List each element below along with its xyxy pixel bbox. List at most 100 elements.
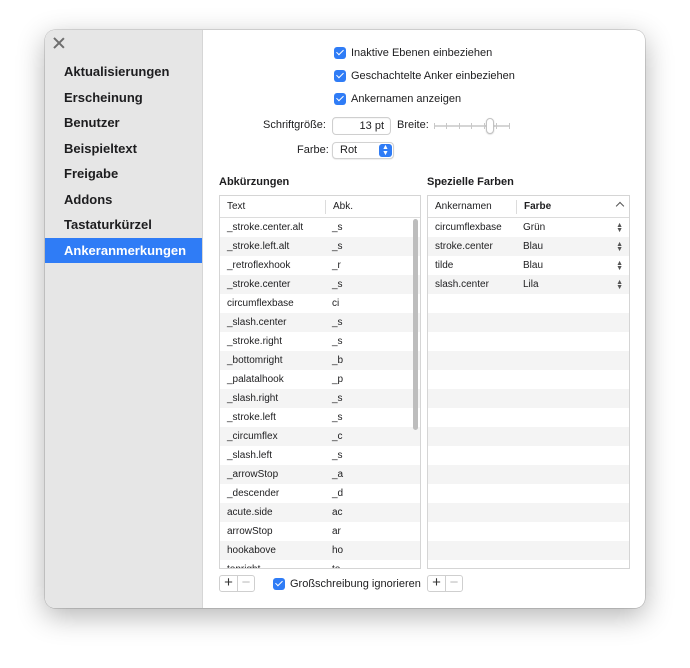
table-row[interactable]: _arrowStop _a (220, 465, 420, 484)
add-abbreviation-button[interactable]: + (220, 576, 237, 591)
table-row[interactable]: circumflexbase ci (220, 294, 420, 313)
sidebar-item-tastaturkuerzel[interactable]: Tastaturkürzel (45, 212, 202, 238)
font-size-field[interactable]: 13 pt (332, 117, 391, 135)
cell-text: _descender (227, 488, 280, 499)
sidebar-item-erscheinung[interactable]: Erscheinung (45, 85, 202, 111)
cell-abbreviation: _s (332, 336, 343, 347)
table-row[interactable]: tilde Blau ▲ ▼ (428, 256, 629, 275)
cell-text: _stroke.left.alt (227, 241, 290, 252)
cell-color[interactable]: Blau (516, 260, 629, 271)
cell-text: hookabove (227, 545, 276, 556)
cell-color[interactable]: Lila (516, 279, 629, 290)
cell-abbreviation: ar (332, 526, 341, 537)
nested-anchors-option[interactable]: Geschachtelte Anker einbeziehen (334, 68, 515, 84)
table-row[interactable]: acute.side ac (220, 503, 420, 522)
table-row[interactable]: _retroflexhook _r (220, 256, 420, 275)
slider-thumb[interactable] (486, 118, 494, 134)
abbreviations-scrollbar[interactable] (413, 219, 418, 430)
abbreviations-table: Text Abk. _stroke.center.alt _s _stroke.le… (219, 195, 421, 569)
table-row[interactable]: _circumflex _c (220, 427, 420, 446)
width-slider[interactable] (434, 118, 510, 134)
column-header-color[interactable]: Farbe (516, 199, 629, 214)
stepper-icon[interactable]: ▲ ▼ (616, 241, 623, 253)
table-row[interactable]: _slash.center _s (220, 313, 420, 332)
table-row[interactable]: _bottomright _b (220, 351, 420, 370)
show-names-checkbox[interactable] (334, 93, 346, 105)
stepper-icon[interactable]: ▲ ▼ (616, 260, 623, 272)
cell-text: _slash.right (227, 393, 279, 404)
show-names-label: Ankernamen anzeigen (351, 93, 462, 105)
stepper-icon[interactable]: ▲ ▼ (616, 279, 623, 291)
table-row[interactable]: arrowStop ar (220, 522, 420, 541)
cell-text: _slash.center (227, 317, 287, 328)
content-pane: Inaktive Ebenen einbeziehen Geschachtelt… (203, 30, 645, 608)
table-row[interactable]: _palatalhook _p (220, 370, 420, 389)
show-names-option[interactable]: Ankernamen anzeigen (334, 91, 461, 107)
cell-text: _retroflexhook (227, 260, 291, 271)
cell-text: _slash.left (227, 450, 273, 461)
column-header-anchor-name[interactable]: Ankernamen (428, 200, 516, 214)
cell-abbreviation: _s (332, 412, 343, 423)
table-row[interactable]: _stroke.left _s (220, 408, 420, 427)
stepper-icon[interactable]: ▲ ▼ (616, 222, 623, 234)
slider-tick (446, 123, 447, 129)
inactive-layers-label: Inaktive Ebenen einbeziehen (351, 47, 493, 59)
empty-row (428, 294, 629, 313)
column-header-abbreviation[interactable]: Abk. (325, 199, 420, 214)
close-icon[interactable] (53, 37, 65, 49)
inactive-layers-option[interactable]: Inaktive Ebenen einbeziehen (334, 45, 492, 61)
sidebar-nav: Aktualisierungen Erscheinung Benutzer Be… (45, 59, 202, 263)
sidebar-item-addons[interactable]: Addons (45, 187, 202, 213)
cell-text: arrowStop (227, 526, 273, 537)
table-row[interactable]: slash.center Lila ▲ ▼ (428, 275, 629, 294)
width-label: Breite: (397, 119, 429, 131)
cell-abbreviation: _c (332, 431, 343, 442)
abbreviations-add-remove: + − (219, 575, 255, 592)
sidebar-item-beispieltext[interactable]: Beispieltext (45, 136, 202, 162)
table-row[interactable]: _stroke.right _s (220, 332, 420, 351)
cell-abbreviation: _s (332, 450, 343, 461)
table-row[interactable]: _slash.left _s (220, 446, 420, 465)
cell-abbreviation: _a (332, 469, 344, 480)
table-row[interactable]: hookabove ho (220, 541, 420, 560)
empty-row (428, 503, 629, 522)
slider-tick (434, 123, 435, 129)
slider-tick (459, 123, 460, 129)
cell-text: acute.side (227, 507, 273, 518)
table-row[interactable]: _stroke.center.alt _s (220, 218, 420, 237)
color-popup[interactable]: Rot ▲ ▼ (332, 142, 394, 159)
remove-color-button[interactable]: − (445, 576, 462, 591)
table-row[interactable]: stroke.center Blau ▲ ▼ (428, 237, 629, 256)
cell-text: _arrowStop (227, 469, 279, 480)
cell-color[interactable]: Blau (516, 241, 629, 252)
cell-abbreviation: _s (332, 241, 343, 252)
sidebar-item-ankeranmerkungen[interactable]: Ankeranmerkungen (45, 237, 202, 263)
empty-row (428, 522, 629, 541)
sidebar-item-benutzer[interactable]: Benutzer (45, 110, 202, 136)
table-row[interactable]: _descender _d (220, 484, 420, 503)
special-colors-title: Spezielle Farben (427, 176, 514, 188)
remove-abbreviation-button[interactable]: − (237, 576, 254, 591)
inactive-layers-checkbox[interactable] (334, 47, 346, 59)
table-row[interactable]: _stroke.left.alt _s (220, 237, 420, 256)
cell-abbreviation: _s (332, 222, 343, 233)
cell-text: _stroke.center (227, 279, 291, 290)
nested-anchors-checkbox[interactable] (334, 70, 346, 82)
cell-color[interactable]: Grün (516, 222, 629, 233)
empty-row (428, 408, 629, 427)
table-row[interactable]: toprightto (220, 560, 420, 568)
table-row[interactable]: circumflexbase Grün ▲ ▼ (428, 218, 629, 237)
slider-tick (484, 123, 485, 129)
special-colors-header: Ankernamen Farbe (428, 196, 629, 218)
ignore-case-option[interactable]: Großschreibung ignorieren (273, 576, 421, 592)
table-row[interactable]: _slash.right _s (220, 389, 420, 408)
sidebar-item-freigabe[interactable]: Freigabe (45, 161, 202, 187)
table-row[interactable]: _stroke.center _s (220, 275, 420, 294)
column-header-text[interactable]: Text (220, 200, 325, 214)
sidebar-item-aktualisierungen[interactable]: Aktualisierungen (45, 59, 202, 85)
ignore-case-checkbox[interactable] (273, 578, 285, 590)
cell-text: _stroke.left (227, 412, 276, 423)
cell-abbreviation: _s (332, 317, 343, 328)
add-color-button[interactable]: + (428, 576, 445, 591)
cell-text: topright (220, 564, 325, 568)
